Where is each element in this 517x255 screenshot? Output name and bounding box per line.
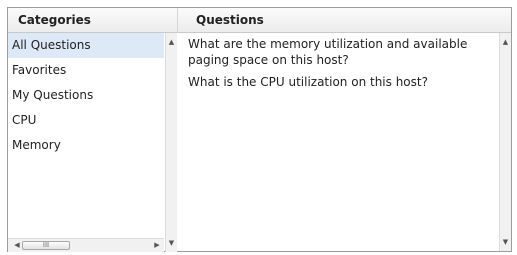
category-item-cpu[interactable]: CPU <box>8 108 164 133</box>
scroll-down-arrow-icon[interactable]: ▼ <box>500 235 511 249</box>
categories-list: All Questions Favorites My Questions CPU… <box>8 33 164 238</box>
scroll-right-arrow-icon[interactable]: ▶ <box>151 239 163 252</box>
categories-vertical-scrollbar[interactable]: ▲ ▼ <box>165 33 177 252</box>
scroll-up-arrow-icon[interactable]: ▲ <box>500 35 511 49</box>
scroll-down-arrow-icon[interactable]: ▼ <box>166 236 177 250</box>
scroll-up-arrow-icon[interactable]: ▲ <box>166 35 177 49</box>
category-item-favorites[interactable]: Favorites <box>8 58 164 83</box>
question-item[interactable]: What is the CPU utilization on this host… <box>180 71 498 93</box>
question-browser-panel: Categories Questions All Questions Favor… <box>7 7 512 252</box>
categories-horizontal-scrollbar[interactable]: ◀ III ▶ <box>8 238 164 252</box>
questions-header: Questions <box>178 8 511 33</box>
category-item-all-questions[interactable]: All Questions <box>8 33 164 58</box>
scrollbar-thumb[interactable]: III <box>22 241 70 250</box>
category-item-memory[interactable]: Memory <box>8 133 164 158</box>
questions-list: What are the memory utilization and avai… <box>180 33 498 252</box>
question-item[interactable]: What are the memory utilization and avai… <box>180 33 498 71</box>
questions-vertical-scrollbar[interactable]: ▲ ▼ <box>499 33 511 251</box>
categories-header: Categories <box>8 8 178 33</box>
category-item-my-questions[interactable]: My Questions <box>8 83 164 108</box>
